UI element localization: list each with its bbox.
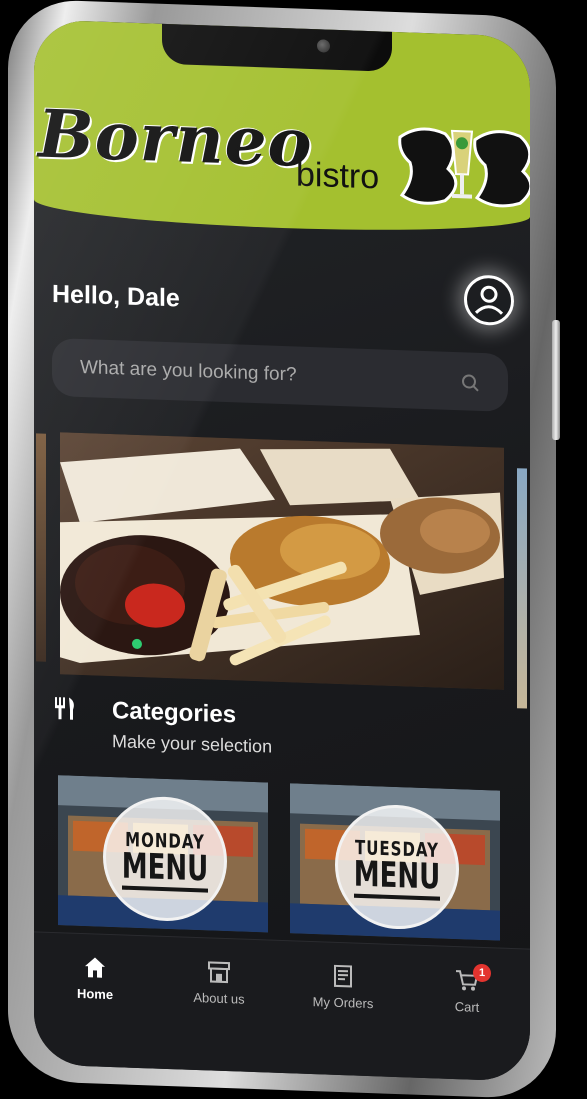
front-camera [317,39,330,53]
category-card-tuesday[interactable]: TUESDAY MENU [290,783,500,941]
store-icon [208,961,230,984]
carousel-indicator-active[interactable] [132,638,142,650]
search-bar[interactable]: What are you looking for? [52,337,508,412]
search-icon[interactable] [460,372,480,393]
category-badge-line2: MENU [121,846,209,893]
stage: Borneo bistro Hello, Dale What are you l… [0,0,587,1099]
app-screen: Borneo bistro Hello, Dale What are you l… [34,19,530,1082]
nav-label: About us [193,989,245,1007]
brand-logo-mark-icon [398,127,530,208]
category-badge-line2: MENU [353,854,441,901]
nav-item-home[interactable]: Home [40,953,150,1004]
categories-header: Categories Make your selection [52,695,512,781]
categories-subtitle: Make your selection [112,731,273,757]
orders-icon [334,964,352,988]
nav-label: Cart [454,999,480,1015]
carousel-previous-slide[interactable] [36,433,46,662]
brand-logo-subtext: bistro [296,155,380,197]
category-card-monday[interactable]: MONDAY MENU [58,775,268,933]
search-input[interactable]: What are you looking for? [80,357,297,387]
user-icon [474,285,504,315]
greeting-title: Hello, Dale [52,279,180,313]
categories-title: Categories [112,697,237,729]
phone-side-button [552,320,560,440]
cart-count-badge: 1 [473,963,491,983]
nav-item-about-us[interactable]: About us [164,957,274,1008]
featured-carousel[interactable] [34,429,530,709]
nav-item-cart[interactable]: 1 Cart [412,963,522,1017]
utensils-icon [55,697,74,720]
nav-label: Home [76,985,114,1003]
nav-label: My Orders [312,994,374,1012]
profile-button[interactable] [464,274,514,327]
brand-logo-text: Borneo [38,94,313,183]
nav-item-my-orders[interactable]: My Orders [288,961,398,1012]
food-photo [60,432,504,690]
bottom-navigation: Home About us My Orders 1 Cart [34,931,530,1082]
home-icon [85,957,105,978]
carousel-next-slide[interactable] [517,468,527,709]
carousel-slide-food-image[interactable] [60,432,504,690]
